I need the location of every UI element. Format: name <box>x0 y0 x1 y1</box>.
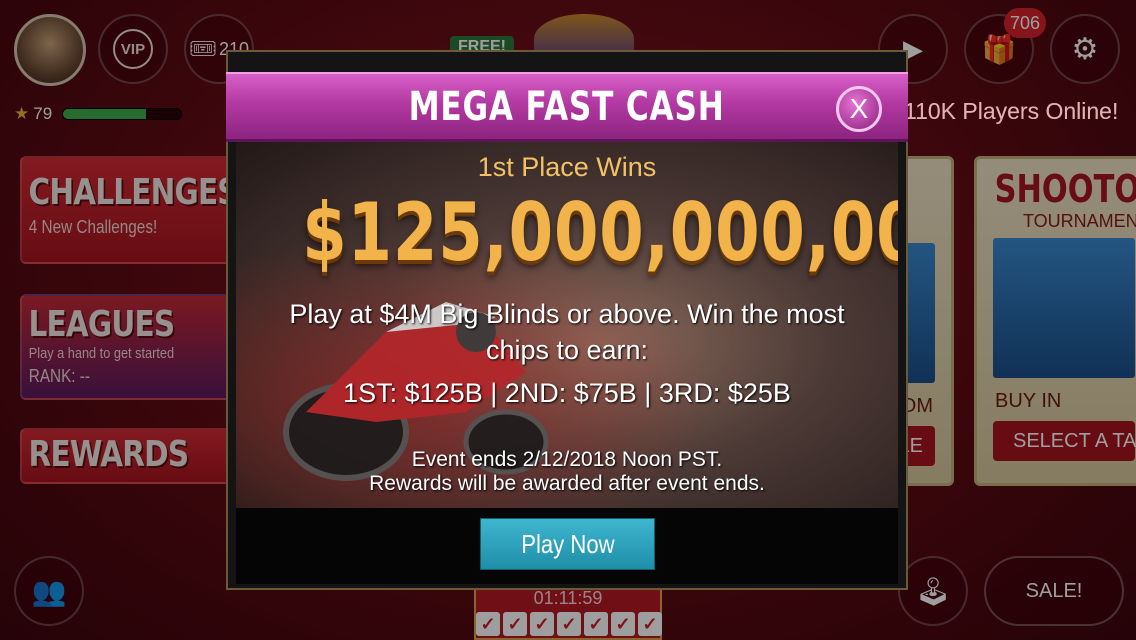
players-online-label-visible: 110K Players Online! <box>904 98 1119 124</box>
close-icon: X <box>849 93 869 124</box>
modal-header: MEGA FAST CASH X <box>226 72 908 142</box>
modal-title: MEGA FAST CASH <box>408 83 726 130</box>
close-button[interactable]: X <box>836 86 882 132</box>
promo-description: Play at $4M Big Blinds or above. Win the… <box>289 299 845 365</box>
prize-breakdown: 1ST: $125B | 2ND: $75B | 3RD: $25B <box>343 378 791 408</box>
place-text: 1st Place Wins <box>477 152 657 182</box>
prize-amount: $125,000,000,000 <box>302 186 898 279</box>
play-now-button[interactable]: Play Now <box>480 518 655 570</box>
event-end-text: Event ends 2/12/2018 Noon PST. Rewards w… <box>236 448 898 496</box>
play-now-label: Play Now <box>520 528 615 559</box>
promo-banner: 1st Place Wins $125,000,000,000 Play at … <box>236 142 898 508</box>
event-end-date: Event ends 2/12/2018 Noon PST. <box>411 448 723 471</box>
rewards-note: Rewards will be awarded after event ends… <box>369 472 765 495</box>
